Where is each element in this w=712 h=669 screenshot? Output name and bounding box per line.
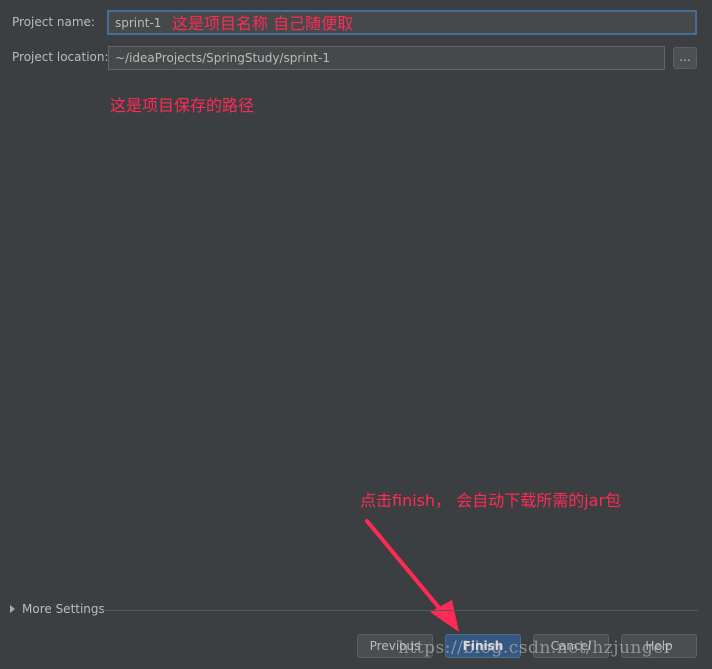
expand-triangle-icon [10, 605, 15, 613]
more-settings-toggle[interactable]: More Settings [10, 602, 105, 616]
annotation-arrow [365, 519, 459, 632]
watermark: https://blog.csdn.net/hzjunger [398, 638, 673, 658]
more-settings-label: More Settings [22, 602, 105, 616]
separator [103, 610, 698, 611]
